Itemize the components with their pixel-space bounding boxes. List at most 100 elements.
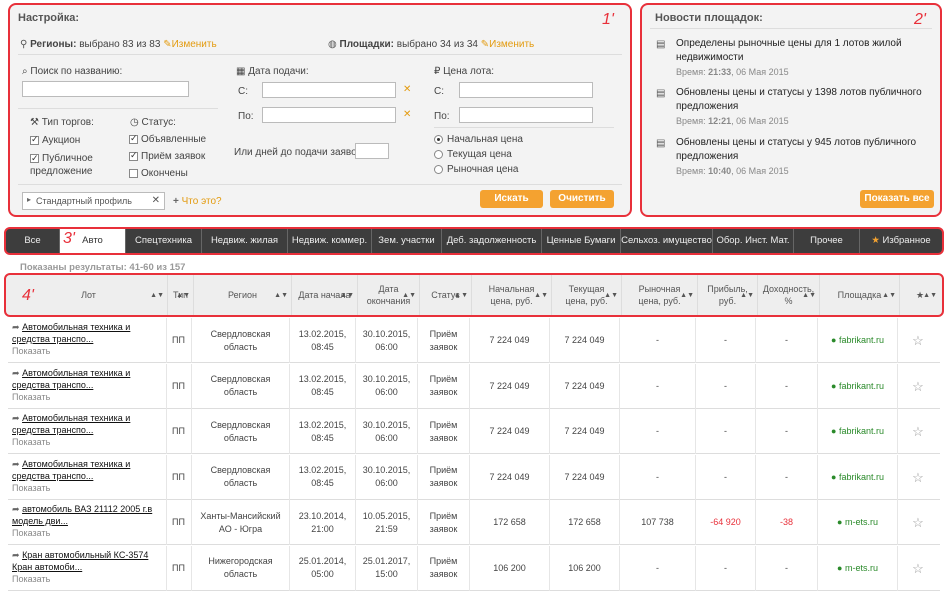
tab-equipment[interactable]: Обор. Инст. Мат.	[713, 229, 794, 253]
radio-initial-price[interactable]: Начальная цена	[434, 134, 523, 145]
checkbox-public-offer[interactable]: Публичное предложение	[30, 152, 120, 178]
sort-icon[interactable]: ▲▼	[402, 290, 416, 302]
lot-link[interactable]: Автомобильная техника и средства транспо…	[12, 459, 130, 481]
col-header-region[interactable]: Регион ▲▼	[194, 275, 292, 315]
checkbox-icon[interactable]	[30, 152, 39, 165]
show-link[interactable]: Показать	[12, 527, 162, 539]
price-to-input[interactable]	[459, 107, 593, 123]
site-link[interactable]: m-ets.ru	[845, 516, 878, 529]
table-row[interactable]: ➦ Автомобильная техника и средства транс…	[8, 363, 940, 409]
date-to-input[interactable]	[262, 107, 396, 123]
star-outline-icon[interactable]: ☆	[912, 380, 924, 393]
checkbox-finished[interactable]: Окончены	[129, 168, 188, 179]
tab-commercial[interactable]: Недвиж. коммер.	[288, 229, 372, 253]
table-row[interactable]: ➦ Кран автомобильный КС-3574 Кран автомо…	[8, 545, 940, 591]
col-header-yield[interactable]: Доходность, % ▲▼	[758, 275, 820, 315]
tab-securities[interactable]: Ценные Бумаги	[542, 229, 621, 253]
col-header-start-date[interactable]: Дата начала ▲▼	[292, 275, 358, 315]
table-row[interactable]: ➦ Автомобильная техника и средства транс…	[8, 318, 940, 363]
star-outline-icon[interactable]: ☆	[912, 471, 924, 484]
show-link[interactable]: Показать	[12, 345, 162, 357]
checkbox-icon[interactable]	[129, 150, 138, 161]
site-link[interactable]: fabrikant.ru	[839, 380, 884, 393]
news-item[interactable]: ▤ Определены рыночные цены для 1 лотов жи…	[656, 37, 926, 77]
sort-icon[interactable]: ▲▼	[454, 290, 468, 302]
site-link[interactable]: fabrikant.ru	[839, 471, 884, 484]
close-icon[interactable]: ✕	[152, 195, 160, 206]
sites-change-link[interactable]: Изменить	[489, 39, 534, 50]
sort-icon[interactable]: ▲▼	[680, 290, 694, 302]
news-item[interactable]: ▤ Обновлены цены и статусы у 1398 лотов п…	[656, 86, 926, 126]
col-header-initial-price[interactable]: Начальная цена, руб. ▲▼	[472, 275, 552, 315]
sort-icon[interactable]: ▲▼	[882, 290, 896, 302]
lot-link[interactable]: Автомобильная техника и средства транспо…	[12, 368, 130, 390]
sort-icon[interactable]: ▲▼	[534, 290, 548, 302]
show-link[interactable]: Показать	[12, 436, 162, 448]
sort-icon[interactable]: ▲▼	[740, 290, 754, 302]
show-link[interactable]: Показать	[12, 482, 162, 494]
date-from-input[interactable]	[262, 82, 396, 98]
star-outline-icon[interactable]: ☆	[912, 334, 924, 347]
table-row[interactable]: ➦ Автомобильная техника и средства транс…	[8, 454, 940, 500]
sort-icon[interactable]: ▲▼	[802, 290, 816, 302]
table-row[interactable]: ➦ автомобиль ВАЗ 21112 2005 г.в модель д…	[8, 500, 940, 545]
table-row[interactable]: ➦ Автомобильная техника и средства транс…	[8, 409, 940, 454]
checkbox-auction[interactable]: Аукцион	[30, 134, 80, 146]
lot-link[interactable]: Автомобильная техника и средства транспо…	[12, 413, 130, 435]
what-is-it-link[interactable]: Что это?	[182, 196, 222, 207]
col-header-current-price[interactable]: Текущая цена, руб. ▲▼	[552, 275, 622, 315]
search-input[interactable]	[22, 81, 189, 97]
tab-agricultural[interactable]: Сельхоз. имущество	[621, 229, 713, 253]
star-outline-icon[interactable]: ☆	[912, 425, 924, 438]
tab-other[interactable]: Прочее	[794, 229, 860, 253]
checkbox-icon[interactable]	[129, 133, 138, 144]
profile-select[interactable]: ▸ Стандартный профиль ✕	[22, 192, 165, 210]
checkbox-accepting[interactable]: Приём заявок	[129, 150, 205, 162]
col-header-status[interactable]: Статус ▲▼	[420, 275, 472, 315]
sort-icon[interactable]: ▲▼	[340, 290, 354, 302]
tab-special-equipment[interactable]: Спецтехника	[126, 229, 202, 253]
col-header-profit[interactable]: Прибыль, руб. ▲▼	[698, 275, 758, 315]
clear-date-to-icon[interactable]: ✕	[403, 109, 411, 120]
col-header-type[interactable]: Тип ▲▼	[168, 275, 194, 315]
radio-icon[interactable]	[434, 134, 443, 144]
price-from-input[interactable]	[459, 82, 593, 98]
col-header-site[interactable]: Площадка ▲▼	[820, 275, 900, 315]
search-button[interactable]: Искать	[480, 190, 543, 208]
col-header-end-date[interactable]: Дата окончания ▲▼	[358, 275, 420, 315]
site-link[interactable]: fabrikant.ru	[839, 334, 884, 347]
lot-link[interactable]: Кран автомобильный КС-3574 Кран автомоби…	[12, 550, 148, 572]
col-header-market-price[interactable]: Рыночная цена, руб. ▲▼	[622, 275, 698, 315]
checkbox-announced[interactable]: Объявленные	[129, 133, 206, 145]
site-link[interactable]: fabrikant.ru	[839, 425, 884, 438]
sort-icon[interactable]: ▲▼	[923, 290, 937, 302]
star-outline-icon[interactable]: ☆	[912, 516, 924, 529]
regions-change-link[interactable]: Изменить	[172, 39, 217, 50]
tab-favorites[interactable]: ★ Избранное	[860, 229, 942, 253]
star-outline-icon[interactable]: ☆	[912, 562, 924, 575]
lot-link[interactable]: Автомобильная техника и средства транспо…	[12, 322, 130, 344]
radio-market-price[interactable]: Рыночная цена	[434, 164, 518, 175]
tab-residential[interactable]: Недвиж. жилая	[202, 229, 288, 253]
sort-icon[interactable]: ▲▼	[604, 290, 618, 302]
site-link[interactable]: m-ets.ru	[845, 562, 878, 575]
tab-all[interactable]: Все	[6, 229, 60, 253]
checkbox-icon[interactable]	[30, 134, 39, 145]
checkbox-icon[interactable]	[129, 168, 138, 178]
show-link[interactable]: Показать	[12, 391, 162, 403]
show-link[interactable]: Показать	[12, 573, 162, 585]
news-item[interactable]: ▤ Обновлены цены и статусы у 945 лотов пу…	[656, 136, 926, 176]
days-input[interactable]	[355, 143, 389, 159]
clear-date-from-icon[interactable]: ✕	[403, 84, 411, 95]
radio-icon[interactable]	[434, 149, 443, 159]
sort-icon[interactable]: ▲▼	[274, 290, 288, 302]
lot-link[interactable]: автомобиль ВАЗ 21112 2005 г.в модель дви…	[12, 504, 152, 526]
radio-icon[interactable]	[434, 164, 443, 174]
clear-button[interactable]: Очистить	[550, 190, 614, 208]
tab-debts[interactable]: Деб. задолженность	[442, 229, 542, 253]
tab-land[interactable]: Зем. участки	[372, 229, 442, 253]
sort-icon[interactable]: ▲▼	[176, 290, 190, 302]
radio-current-price[interactable]: Текущая цена	[434, 149, 512, 160]
show-all-button[interactable]: Показать все	[860, 190, 934, 208]
sort-icon[interactable]: ▲▼	[150, 290, 164, 302]
